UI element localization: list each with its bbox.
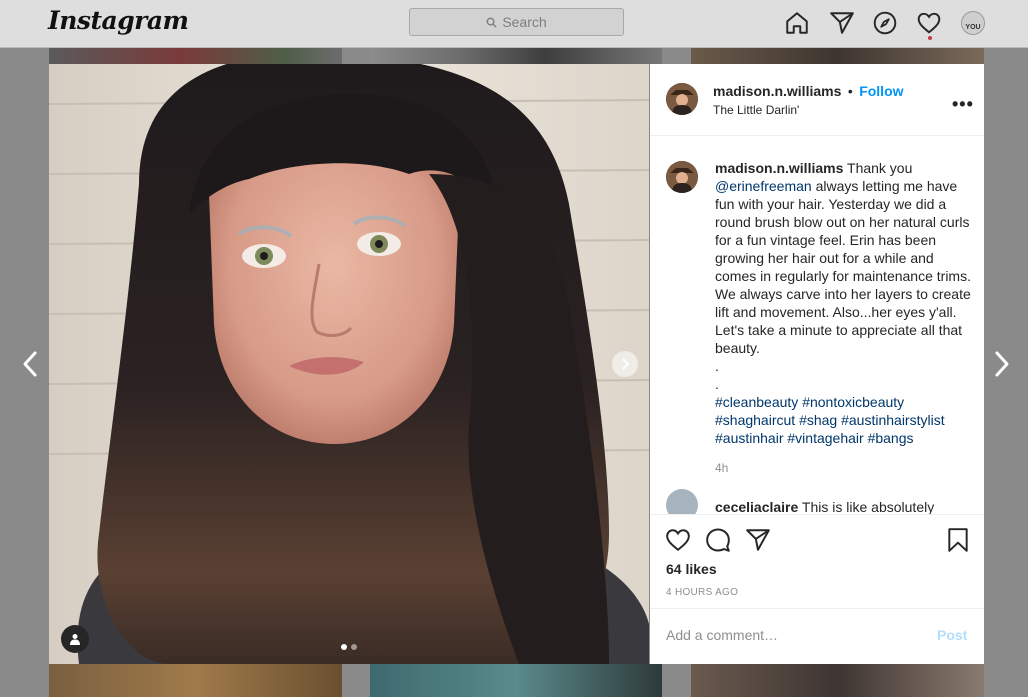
search-icon	[486, 17, 497, 28]
previous-post-arrow-icon[interactable]	[20, 350, 40, 378]
grid-thumbnail[interactable]	[49, 664, 342, 697]
likes-count[interactable]: 64 likes	[666, 561, 717, 577]
caption-dot-line: .	[715, 376, 719, 392]
caption-text-body: always letting me have fun with your hai…	[715, 178, 971, 356]
profile-avatar[interactable]: YOU	[961, 11, 985, 35]
caption-timestamp[interactable]: 4h	[715, 461, 728, 475]
hashtag-link[interactable]: #austinhairstylist	[841, 412, 945, 428]
post-header-row: madison.n.williams • Follow	[713, 83, 904, 101]
post-location[interactable]: The Little Darlin'	[713, 103, 799, 117]
post-comment-button[interactable]: Post	[937, 627, 967, 643]
hashtag-link[interactable]: #austinhair	[715, 430, 784, 446]
explore-icon[interactable]	[872, 10, 898, 36]
hashtag-link[interactable]: #cleanbeauty	[715, 394, 798, 410]
caption-text-start: Thank you	[843, 160, 913, 176]
grid-thumbnail[interactable]	[691, 664, 984, 697]
hashtags: #cleanbeauty #nontoxicbeauty #shaghaircu…	[715, 393, 975, 447]
mention-link[interactable]: @erinefreeman	[715, 178, 812, 194]
top-navigation-bar: Instagram Search YOU	[0, 0, 1028, 48]
direct-icon[interactable]	[829, 10, 855, 36]
portrait-photo	[49, 64, 649, 664]
post-details-panel: madison.n.williams • Follow The Little D…	[650, 64, 984, 664]
more-options-icon[interactable]: •••	[952, 94, 974, 115]
avatar-image	[666, 83, 698, 115]
search-input[interactable]: Search	[409, 8, 624, 36]
commenter-username[interactable]: ceceliaclaire	[715, 499, 798, 514]
post-timestamp[interactable]: 4 HOURS AGO	[666, 587, 738, 598]
next-post-arrow-icon[interactable]	[992, 350, 1012, 378]
post-photo[interactable]	[49, 64, 649, 664]
caption-avatar[interactable]	[666, 161, 698, 193]
next-image-button[interactable]	[612, 351, 638, 377]
comment-text: ceceliaclaire This is like absolutely	[715, 499, 955, 514]
caption-text: madison.n.williams Thank you @erinefreem…	[715, 159, 975, 447]
comment-bubble-icon[interactable]	[705, 527, 731, 553]
grid-thumbnail[interactable]	[49, 48, 342, 64]
hashtag-link[interactable]: #vintagehair	[787, 430, 863, 446]
avatar-image	[666, 161, 698, 193]
chevron-right-icon	[622, 358, 630, 370]
activity-heart-icon[interactable]	[916, 10, 942, 36]
hashtag-link[interactable]: #nontoxicbeauty	[802, 394, 904, 410]
follow-button[interactable]: Follow	[859, 83, 903, 99]
add-comment-bar: Post	[650, 608, 984, 664]
hashtag-link[interactable]: #shaghaircut	[715, 412, 795, 428]
grid-thumbnail[interactable]	[370, 48, 662, 64]
search-placeholder: Search	[502, 14, 547, 30]
grid-thumbnail[interactable]	[691, 48, 984, 64]
post-actions: 64 likes 4 HOURS AGO	[650, 514, 984, 608]
commenter-avatar[interactable]	[666, 489, 698, 514]
comments-section: madison.n.williams Thank you @erinefreem…	[650, 137, 984, 514]
comment-input[interactable]	[666, 627, 916, 643]
save-bookmark-icon[interactable]	[945, 527, 971, 553]
grid-thumbnail[interactable]	[370, 664, 662, 697]
carousel-indicator	[341, 644, 357, 650]
user-icon	[70, 634, 80, 645]
caption-username[interactable]: madison.n.williams	[715, 160, 843, 176]
caption-dot-line: .	[715, 358, 719, 374]
carousel-dot	[351, 644, 357, 650]
home-icon[interactable]	[784, 10, 810, 36]
tagged-users-button[interactable]	[61, 625, 89, 653]
hashtag-link[interactable]: #bangs	[868, 430, 914, 446]
avatar-label: YOU	[965, 24, 981, 31]
author-avatar[interactable]	[666, 83, 698, 115]
carousel-dot-active	[341, 644, 347, 650]
like-heart-icon[interactable]	[665, 527, 691, 553]
notification-dot	[928, 36, 932, 40]
hashtag-link[interactable]: #shag	[799, 412, 837, 428]
comment-body: This is like absolutely	[798, 499, 935, 514]
share-direct-icon[interactable]	[745, 527, 771, 553]
post-header: madison.n.williams • Follow The Little D…	[650, 64, 984, 136]
separator-dot: •	[847, 83, 853, 99]
instagram-logo[interactable]: Instagram	[48, 6, 189, 35]
author-username[interactable]: madison.n.williams	[713, 83, 841, 99]
